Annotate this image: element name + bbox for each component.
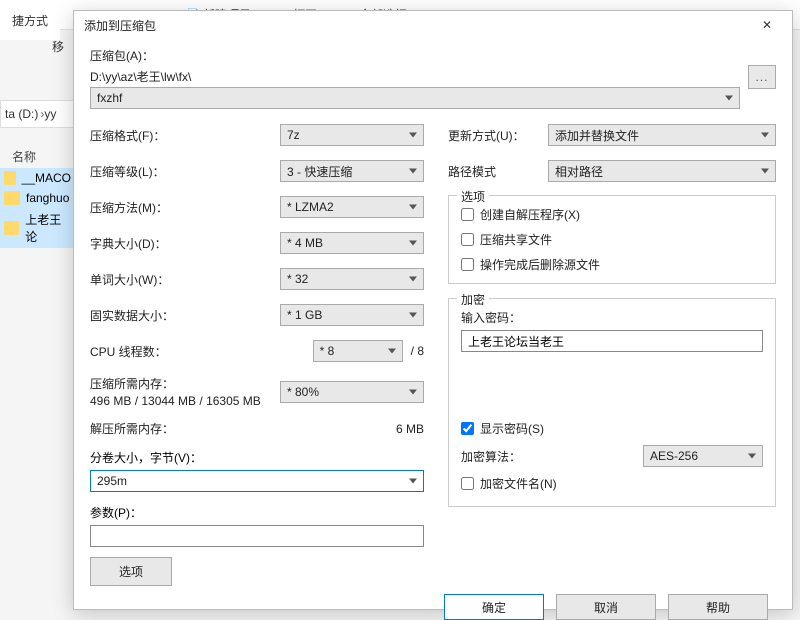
list-item[interactable]: fanghuo [0,188,75,208]
update-combo[interactable]: 添加并替换文件 [548,124,776,146]
archive-name-combo[interactable]: fxzhf [90,87,740,109]
level-combo[interactable]: 3 - 快速压缩 [280,160,424,182]
shared-checkbox[interactable]: 压缩共享文件 [461,231,763,248]
mem-comp-combo[interactable]: * 80% [280,381,424,403]
move-label: 移 [52,38,64,55]
password-label: 输入密码： [461,309,763,326]
volume-label: 分卷大小，字节(V)： [90,449,424,466]
level-label: 压缩等级(L)： [90,163,200,180]
shortcut-label: 捷方式 [0,0,60,40]
threads-max: / 8 [411,344,424,358]
dict-label: 字典大小(D)： [90,235,200,252]
pathmode-label: 路径模式 [448,163,548,180]
threads-combo[interactable]: * 8 [313,340,403,362]
encrypt-names-checkbox[interactable]: 加密文件名(N) [461,475,763,492]
format-label: 压缩格式(F)： [90,127,200,144]
archive-label: 压缩包(A)： [90,47,740,64]
update-label: 更新方式(U)： [448,127,548,144]
column-header-name[interactable]: 名称 [12,148,36,165]
right-column: 更新方式(U)： 添加并替换文件 路径模式 相对路径 选项 创建自解压程序(X)… [448,123,776,586]
browse-button[interactable]: ... [748,65,776,89]
word-label: 单词大小(W)： [90,271,200,288]
algo-combo[interactable]: AES-256 [643,445,763,467]
close-button[interactable]: ✕ [750,11,784,39]
encrypt-group: 加密 输入密码： 显示密码(S) 加密算法： AES-256 加密文件名(N) [448,298,776,507]
solid-combo[interactable]: * 1 GB [280,304,424,326]
dict-combo[interactable]: * 4 MB [280,232,424,254]
format-combo[interactable]: 7z [280,124,424,146]
word-combo[interactable]: * 32 [280,268,424,290]
dialog-footer: 确定 取消 帮助 [74,594,792,620]
algo-label: 加密算法： [461,448,643,465]
options-group: 选项 创建自解压程序(X) 压缩共享文件 操作完成后删除源文件 [448,195,776,284]
params-input[interactable] [90,525,424,547]
folder-icon [4,221,19,235]
titlebar[interactable]: 添加到压缩包 ✕ [74,11,792,39]
add-to-archive-dialog: 添加到压缩包 ✕ 压缩包(A)： D:\yy\az\老王\lw\fx\ fxzh… [73,10,793,610]
password-input[interactable] [461,330,763,352]
list-item[interactable]: __MACO [0,168,75,188]
file-list: __MACO fanghuo 上老王论 [0,168,75,248]
help-button[interactable]: 帮助 [668,594,768,620]
cancel-button[interactable]: 取消 [556,594,656,620]
solid-label: 固实数据大小： [90,307,200,324]
breadcrumb[interactable]: ta (D:)› yy [0,100,75,128]
folder-icon [4,171,16,185]
folder-icon [4,191,20,205]
mem-comp-detail: 496 MB / 13044 MB / 16305 MB [90,394,280,408]
mem-comp-label: 压缩所需内存： [90,375,280,392]
delete-checkbox[interactable]: 操作完成后删除源文件 [461,256,763,273]
volume-combo[interactable]: 295m [90,470,424,492]
threads-label: CPU 线程数： [90,343,200,360]
method-combo[interactable]: * LZMA2 [280,196,424,218]
archive-path: D:\yy\az\老王\lw\fx\ [90,68,740,85]
mem-decomp-value: 6 MB [396,422,424,436]
params-label: 参数(P)： [90,504,424,521]
sfx-checkbox[interactable]: 创建自解压程序(X) [461,206,763,223]
options-button[interactable]: 选项 [90,557,172,586]
pathmode-combo[interactable]: 相对路径 [548,160,776,182]
close-icon: ✕ [762,18,772,32]
encrypt-legend: 加密 [457,291,489,308]
mem-decomp-label: 解压所需内存： [90,420,396,437]
show-password-checkbox[interactable]: 显示密码(S) [461,420,763,437]
ok-button[interactable]: 确定 [444,594,544,620]
dialog-title: 添加到压缩包 [84,17,156,34]
method-label: 压缩方法(M)： [90,199,200,216]
options-legend: 选项 [457,188,489,205]
list-item[interactable]: 上老王论 [0,208,75,248]
left-column: 压缩格式(F)： 7z 压缩等级(L)： 3 - 快速压缩 压缩方法(M)： *… [90,123,424,586]
